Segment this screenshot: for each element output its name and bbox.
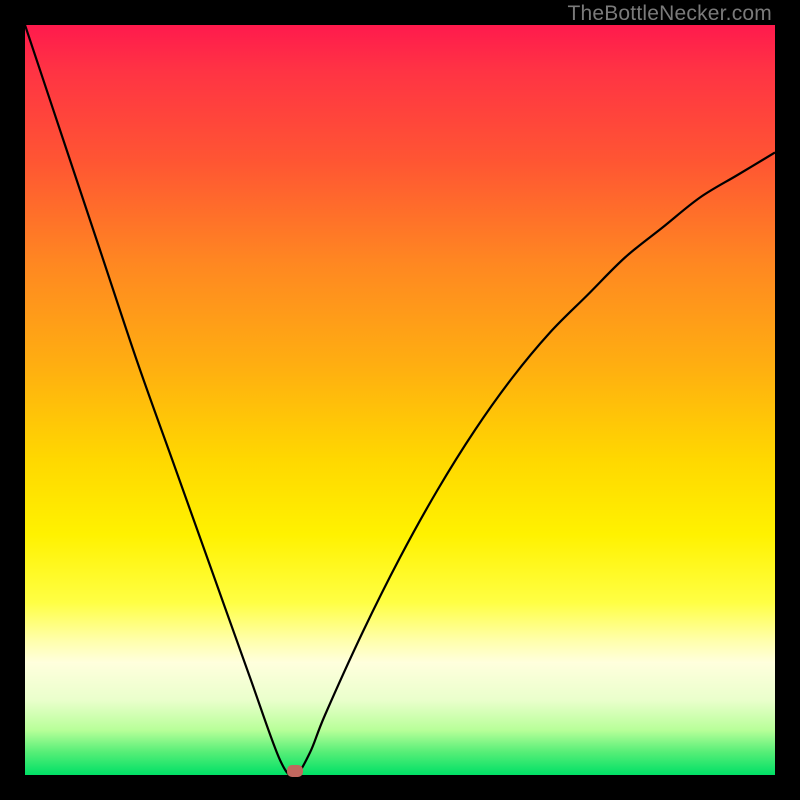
chart-plot-area bbox=[25, 25, 775, 775]
bottleneck-curve bbox=[25, 25, 775, 775]
optimal-point-marker bbox=[287, 765, 303, 777]
attribution-text: TheBottleNecker.com bbox=[567, 2, 772, 26]
